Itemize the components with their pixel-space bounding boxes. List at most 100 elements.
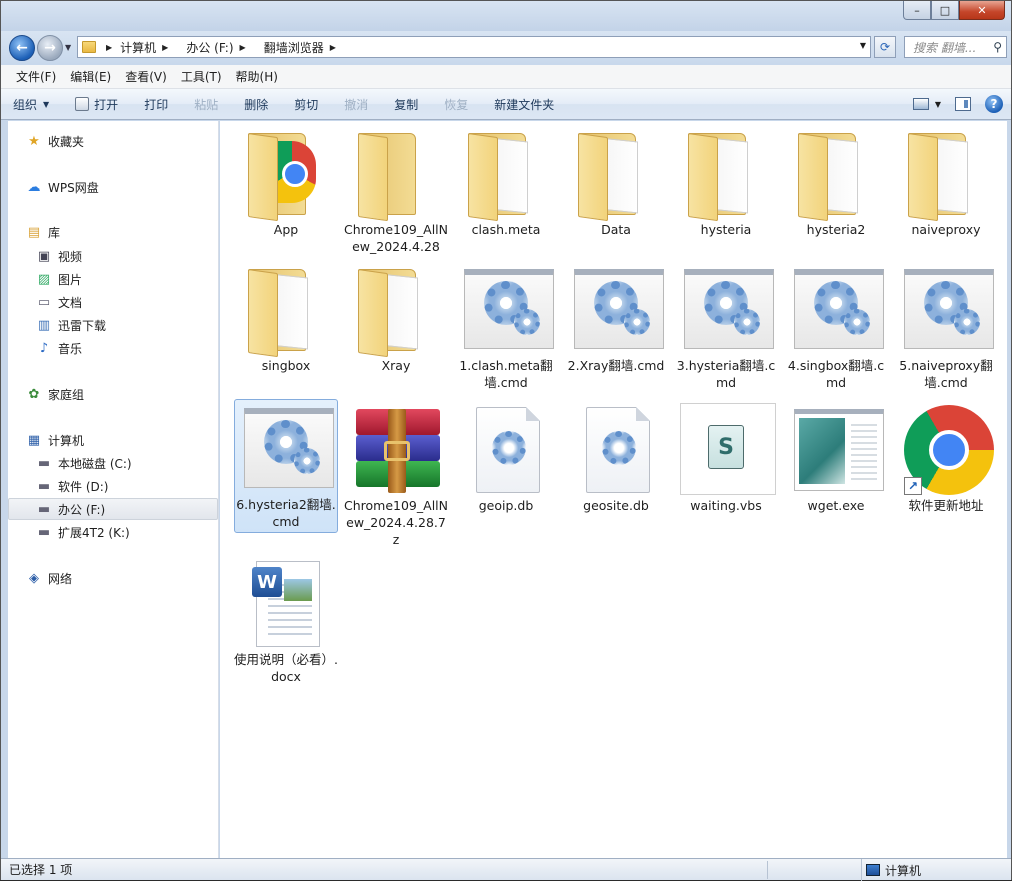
- sidebar-item-videos[interactable]: ▣ 视频: [8, 245, 218, 267]
- chrome-icon: ↗: [898, 401, 994, 497]
- sidebar-item-thunder-downloads[interactable]: ▥ 迅雷下载: [8, 314, 218, 336]
- change-view-icon[interactable]: [912, 98, 929, 110]
- command-bar: 组织 ▼ 打开 打印 粘贴 删除 剪切 撤消 复制 恢复 新建文件夹 ▼ ?: [1, 89, 1011, 120]
- sidebar-item-drive-c[interactable]: ▬ 本地磁盘 (C:): [8, 452, 218, 474]
- breadcrumb-folder[interactable]: 翻墙浏览器 ▶: [264, 39, 344, 56]
- sidebar-item-network[interactable]: ◈ 网络: [8, 567, 218, 589]
- open-icon: [75, 97, 90, 111]
- menu-tools[interactable]: 工具(T): [174, 68, 229, 85]
- sidebar-item-documents[interactable]: ▭ 文档: [8, 291, 218, 313]
- sidebar-item-library[interactable]: ▤ 库: [8, 221, 218, 243]
- file-item[interactable]: wget.exe: [784, 401, 888, 514]
- file-item[interactable]: hysteria2: [784, 125, 888, 238]
- file-item[interactable]: Chrome109_AllNew_2024.4.28: [344, 125, 448, 255]
- exe-file-icon: [788, 401, 884, 497]
- menu-file[interactable]: 文件(F): [9, 68, 63, 85]
- navigation-pane: ★ 收藏夹 ☁ WPS网盘 ▤ 库 ▣ 视频 ▨ 图片 ▭ 文档 ▥ 迅雷下载 ♪ 音乐 ✿ 家庭…: [8, 121, 219, 858]
- refresh-button[interactable]: ⟳: [874, 36, 896, 58]
- status-location: 计算机: [861, 859, 921, 881]
- file-item[interactable]: hysteria: [674, 125, 778, 238]
- word-document-icon: W: [238, 555, 334, 651]
- sidebar-item-pictures[interactable]: ▨ 图片: [8, 268, 218, 290]
- shortcut-arrow-icon: ↗: [904, 477, 922, 495]
- breadcrumb-drive[interactable]: 办公 (F:) ▶: [186, 39, 253, 56]
- sidebar-item-drive-f[interactable]: ▬ 办公 (F:): [8, 498, 218, 520]
- preview-pane-icon[interactable]: [955, 97, 971, 111]
- computer-icon: ▦: [27, 432, 41, 448]
- file-item[interactable]: 6.hysteria2翻墙.cmd: [234, 399, 338, 533]
- file-item[interactable]: 4.singbox翻墙.cmd: [784, 261, 888, 391]
- chevron-down-icon[interactable]: ▼: [935, 100, 941, 109]
- file-item[interactable]: Chrome109_AllNew_2024.4.28.7z: [344, 401, 448, 548]
- download-folder-icon: ▥: [37, 317, 51, 333]
- folder-icon: [568, 125, 664, 222]
- network-icon: ◈: [29, 570, 39, 586]
- chevron-right-icon[interactable]: ▶: [330, 43, 336, 52]
- forward-button[interactable]: →: [37, 35, 63, 61]
- chevron-right-icon[interactable]: ▶: [162, 43, 168, 52]
- cmd-gear-icon: [458, 261, 554, 357]
- file-item[interactable]: 2.Xray翻墙.cmd: [564, 261, 668, 374]
- address-history-dropdown[interactable]: ▼: [860, 41, 866, 50]
- sidebar-item-computer[interactable]: ▦ 计算机: [8, 429, 218, 451]
- file-item[interactable]: Xray: [344, 261, 448, 374]
- library-icon: ▤: [27, 224, 41, 240]
- folder-icon: [348, 125, 444, 222]
- open-button[interactable]: 打开: [75, 96, 118, 113]
- document-icon: ▭: [37, 294, 51, 310]
- navigation-row: ← → ▼ ▶ 计算机 ▶ 办公 (F:) ▶ 翻墙浏览器 ▶ ▼ ⟳ 搜索 翻墙..…: [1, 31, 1011, 65]
- file-item[interactable]: Data: [564, 125, 668, 238]
- drive-icon: ▬: [37, 501, 51, 517]
- title-bar: – □ ✕: [1, 1, 1011, 31]
- picture-icon: ▨: [37, 271, 51, 287]
- file-item[interactable]: App: [234, 125, 338, 238]
- file-item[interactable]: naiveproxy: [894, 125, 998, 238]
- help-icon[interactable]: ?: [985, 95, 1003, 113]
- winrar-archive-icon: [348, 401, 444, 497]
- file-item[interactable]: 5.naiveproxy翻墙.cmd: [894, 261, 998, 391]
- sidebar-item-favorites[interactable]: ★ 收藏夹: [8, 130, 218, 152]
- search-icon[interactable]: ⚲: [993, 40, 1002, 54]
- sidebar-item-homegroup[interactable]: ✿ 家庭组: [8, 383, 218, 405]
- file-item[interactable]: singbox: [234, 261, 338, 374]
- menu-edit[interactable]: 编辑(E): [63, 68, 118, 85]
- sidebar-item-drive-d[interactable]: ▬ 软件 (D:): [8, 475, 218, 497]
- file-item[interactable]: 3.hysteria翻墙.cmd: [674, 261, 778, 391]
- minimize-button[interactable]: –: [903, 1, 931, 20]
- organize-button[interactable]: 组织 ▼: [13, 96, 49, 113]
- explorer-window: – □ ✕ ← → ▼ ▶ 计算机 ▶ 办公 (F:) ▶ 翻墙浏览器 ▶ ▼ ⟳ 搜…: [0, 0, 1012, 881]
- maximize-button[interactable]: □: [931, 1, 959, 20]
- chevron-right-icon[interactable]: ▶: [106, 43, 112, 52]
- db-file-icon: [458, 401, 554, 497]
- chevron-right-icon[interactable]: ▶: [240, 43, 246, 52]
- print-button[interactable]: 打印: [144, 96, 168, 113]
- file-item[interactable]: 1.clash.meta翻墙.cmd: [454, 261, 558, 391]
- delete-button[interactable]: 删除: [244, 96, 268, 113]
- sidebar-item-wps[interactable]: ☁ WPS网盘: [8, 176, 218, 198]
- chevron-down-icon: ▼: [43, 99, 50, 109]
- file-item[interactable]: clash.meta: [454, 125, 558, 238]
- file-item[interactable]: ↗ 软件更新地址: [894, 401, 998, 514]
- address-bar[interactable]: ▶ 计算机 ▶ 办公 (F:) ▶ 翻墙浏览器 ▶ ▼: [77, 36, 871, 58]
- sidebar-item-drive-k[interactable]: ▬ 扩展4T2 (K:): [8, 521, 218, 543]
- breadcrumb-computer[interactable]: 计算机 ▶: [120, 39, 176, 56]
- back-button[interactable]: ←: [9, 35, 35, 61]
- folder-icon: [458, 125, 554, 222]
- menu-help[interactable]: 帮助(H): [229, 68, 285, 85]
- file-item[interactable]: geosite.db: [564, 401, 668, 514]
- db-file-icon: [568, 401, 664, 497]
- search-input[interactable]: 搜索 翻墙... ⚲: [904, 36, 1007, 58]
- video-icon: ▣: [37, 248, 51, 264]
- folder-icon: [238, 125, 334, 222]
- file-item[interactable]: W 使用说明（必看）.docx: [234, 555, 338, 685]
- new-folder-button[interactable]: 新建文件夹: [494, 96, 554, 113]
- cut-button[interactable]: 剪切: [294, 96, 318, 113]
- close-button[interactable]: ✕: [959, 1, 1005, 20]
- folder-icon: [82, 41, 96, 53]
- file-item[interactable]: S waiting.vbs: [674, 401, 778, 514]
- sidebar-item-music[interactable]: ♪ 音乐: [8, 337, 218, 359]
- menu-view[interactable]: 查看(V): [118, 68, 174, 85]
- recent-pages-dropdown[interactable]: ▼: [65, 43, 71, 52]
- file-item[interactable]: geoip.db: [454, 401, 558, 514]
- copy-button[interactable]: 复制: [394, 96, 418, 113]
